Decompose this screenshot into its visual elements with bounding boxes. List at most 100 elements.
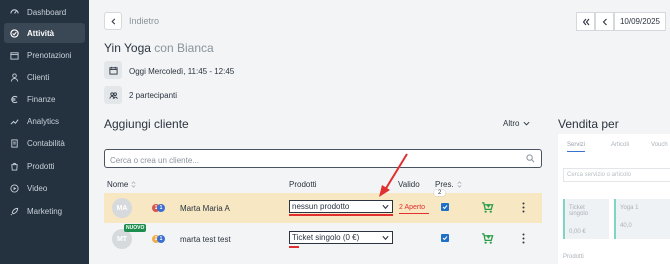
- rocket-icon: [9, 206, 19, 216]
- activity-instructor: con Bianca: [154, 41, 214, 55]
- sidebar-item-label: Prenotazioni: [27, 50, 72, 60]
- sidebar-item-label: Video: [27, 183, 48, 193]
- sale-panel: Vendita per Servizi Articoli Vouch Cerca…: [549, 100, 670, 264]
- underline-highlight: [289, 214, 393, 216]
- products-section-label: Prodotti: [563, 254, 584, 260]
- new-badge: NUOVO: [124, 224, 147, 232]
- euro-icon: [9, 94, 19, 104]
- tab-services[interactable]: Servizi: [567, 142, 586, 152]
- chevron-down-icon: [523, 121, 530, 126]
- chevron-left-icon: [602, 18, 607, 25]
- sidebar-item-dashboard[interactable]: Dashboard: [4, 2, 85, 22]
- sale-search-input[interactable]: Cerca servizio o articolo: [563, 168, 670, 182]
- sidebar-item-label: Prodotti: [27, 161, 55, 171]
- product-name: Yoga 1: [620, 205, 639, 211]
- sidebar-item-label: Dashboard: [27, 7, 67, 17]
- cart-icon[interactable]: [481, 201, 494, 214]
- more-options-icon[interactable]: [522, 233, 525, 244]
- product-select-value: nessun prodotto: [292, 202, 350, 211]
- participants-icon: [104, 86, 122, 104]
- chevron-down-icon: [382, 235, 389, 241]
- avatar[interactable]: MA: [112, 198, 132, 218]
- cart-icon[interactable]: [481, 232, 494, 245]
- analytics-icon: [9, 116, 19, 126]
- check-icon: [442, 236, 448, 241]
- avatar[interactable]: MT: [112, 229, 132, 249]
- sidebar-item-analytics[interactable]: Analytics: [4, 111, 85, 131]
- presence-checkbox[interactable]: [441, 203, 449, 211]
- product-name: Ticket singolo: [569, 205, 589, 217]
- product-select-value: Ticket singolo (0 €): [292, 233, 360, 242]
- client-name[interactable]: Marta Maria A: [180, 204, 230, 213]
- add-client-title: Aggiungi cliente: [104, 117, 189, 131]
- more-dropdown[interactable]: Altro: [503, 119, 530, 128]
- previous-date-button[interactable]: [595, 12, 614, 31]
- sidebar-item-clients[interactable]: Clienti: [4, 67, 85, 87]
- product-select[interactable]: nessun prodotto: [289, 200, 393, 213]
- first-date-button[interactable]: [576, 12, 595, 31]
- calendar-icon: [104, 61, 122, 79]
- activity-datetime: Oggi Mercoledì, 11:45 - 12:45: [129, 67, 235, 76]
- sidebar-item-video[interactable]: Video: [4, 178, 85, 198]
- header-name-label: Nome: [107, 180, 129, 189]
- products-icon: [9, 161, 19, 171]
- play-icon: [9, 183, 19, 193]
- double-chevron-left-icon: [582, 18, 589, 25]
- client-search-input[interactable]: [105, 152, 505, 169]
- tab-vouchers[interactable]: Vouch: [651, 142, 668, 148]
- product-card[interactable]: Ticket singolo 0,00 €: [563, 199, 609, 239]
- header-pres[interactable]: Pres.: [435, 180, 463, 189]
- sort-icon: [131, 181, 136, 188]
- table-row: MA 1 1 Marta Maria A nessun prodotto 2 A…: [104, 190, 542, 223]
- sidebar-item-label: Attività: [27, 28, 55, 38]
- search-icon[interactable]: [526, 154, 535, 163]
- activities-icon: [9, 28, 19, 38]
- more-label: Altro: [503, 119, 520, 128]
- chevron-left-icon: [110, 18, 115, 24]
- header-name[interactable]: Nome: [107, 180, 137, 189]
- chevron-down-icon: [382, 204, 389, 210]
- sale-panel-card: Servizi Articoli Vouch Cerca servizio o …: [558, 134, 670, 264]
- sidebar-item-activities[interactable]: Attività: [4, 23, 85, 43]
- underline-highlight: [289, 246, 299, 248]
- participants-count: 2 partecipanti: [129, 91, 178, 100]
- product-price: 0,00 €: [569, 229, 586, 235]
- validity-status: 2 Aperto: [399, 204, 426, 211]
- tooltip: 2: [434, 190, 446, 196]
- client-name[interactable]: marta test test: [180, 235, 231, 244]
- sidebar-item-products[interactable]: Prodotti: [4, 156, 85, 176]
- sidebar-item-accounting[interactable]: Contabilità: [4, 133, 85, 153]
- user-icon: [9, 72, 19, 82]
- activity-name: Yin Yoga: [104, 41, 151, 55]
- header-valid: Valido: [398, 180, 420, 189]
- back-button[interactable]: [104, 12, 122, 30]
- presence-checkbox[interactable]: [441, 234, 449, 242]
- sort-icon: [457, 181, 462, 188]
- tab-articles[interactable]: Articoli: [611, 142, 629, 148]
- underline-highlight: [399, 213, 429, 214]
- table-row: MT NUOVO 1 1 marta test test Ticket sing…: [104, 224, 542, 254]
- check-icon: [442, 205, 448, 210]
- back-label[interactable]: Indietro: [129, 16, 159, 26]
- client-search: [104, 149, 542, 169]
- sidebar-item-label: Analytics: [27, 116, 60, 126]
- main-content: Indietro Yin Yoga con Bianca Oggi Mercol…: [89, 0, 549, 264]
- sidebar: Dashboard Attività Prenotazioni Clienti …: [0, 0, 89, 264]
- sidebar-item-finances[interactable]: Finanze: [4, 89, 85, 109]
- sidebar-item-marketing[interactable]: Marketing: [4, 201, 85, 221]
- sidebar-item-label: Finanze: [27, 94, 56, 104]
- date-picker[interactable]: 10/09/2025: [614, 12, 666, 31]
- sidebar-item-label: Clienti: [27, 72, 50, 82]
- accounting-icon: [9, 138, 19, 148]
- header-products: Prodotti: [289, 180, 317, 189]
- product-card[interactable]: Yoga 1 40,0: [614, 199, 670, 239]
- page-title: Yin Yoga con Bianca: [104, 41, 214, 55]
- product-select[interactable]: Ticket singolo (0 €): [289, 231, 393, 244]
- status-badge: 1: [157, 204, 165, 212]
- dashboard-icon: [9, 7, 19, 17]
- sidebar-item-bookings[interactable]: Prenotazioni: [4, 45, 85, 65]
- sidebar-item-label: Contabilità: [27, 138, 65, 148]
- header-pres-label: Pres.: [435, 180, 454, 189]
- more-options-icon[interactable]: [522, 202, 525, 213]
- sale-panel-title: Vendita per: [558, 117, 619, 131]
